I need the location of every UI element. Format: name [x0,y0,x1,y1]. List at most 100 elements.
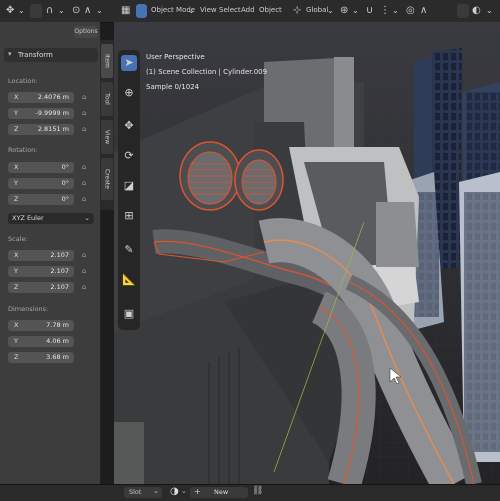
slot-select[interactable]: Slot ⌄ [124,487,162,498]
field-value: 2.107 [50,283,69,291]
transform-icon[interactable]: ⊞ [121,208,137,224]
rotation-x-field[interactable]: X 0° [8,162,74,173]
lock-icon[interactable]: ⌂ [82,109,86,117]
viewport-gizmo-button[interactable] [457,4,469,18]
tab-tool[interactable]: Tool [101,82,113,116]
lock-icon[interactable]: ⌂ [82,195,86,203]
material-slot-bar: Slot ⌄ ◑ ⌄ + New ⛓ [0,484,500,501]
axis-label: Y [14,179,18,187]
viewport-sample-label: Sample 0/1024 [146,83,200,91]
measure-icon[interactable]: 📐 [121,272,137,288]
snap-icon[interactable]: ∩ [46,4,53,18]
snap-magnet-icon[interactable]: ∪ [366,4,373,18]
new-material-button[interactable]: + New [190,487,248,498]
chevron-down-icon[interactable]: ⌄ [18,4,25,18]
scale-icon[interactable]: ◪ [121,178,137,194]
pivot-icon[interactable]: ⊛ [340,4,348,18]
vent-fans [179,141,284,211]
menu-object[interactable]: Object [259,6,282,14]
chevron-down-icon[interactable]: ⌄ [327,4,334,18]
axis-label: Y [14,109,18,117]
annotate-icon[interactable]: ✎ [121,242,137,258]
axis-label: Z [14,353,19,361]
lock-icon[interactable]: ⌂ [82,283,86,291]
location-y-field[interactable]: Y -9.9999 m [8,108,74,119]
falloff-curve-icon[interactable]: ∧ [420,4,427,18]
dimensions-z-field[interactable]: Z 3.68 m [8,352,74,363]
chevron-down-icon: ⌄ [153,487,159,495]
scale-z-field[interactable]: Z 2.107 [8,282,74,293]
field-value: -9.9999 m [35,109,70,117]
chevron-down-icon: ⌄ [84,214,90,222]
material-sphere-icon[interactable]: ◑ [170,486,179,497]
tab-create[interactable]: Create [101,158,113,200]
options-button[interactable]: Options [74,26,98,38]
rotation-z-field[interactable]: Z 0° [8,194,74,205]
menu-select[interactable]: Select [219,6,241,14]
location-label: Location: [8,77,38,85]
chevron-down-icon[interactable]: ⌄ [188,4,195,18]
scale-x-field[interactable]: X 2.107 [8,250,74,261]
orientation-icon[interactable]: ⊹ [293,4,301,18]
panel-title: Transform [18,51,53,59]
axis-label: Y [14,337,18,345]
sidebar-tabs: Item Tool View Create [100,40,114,210]
field-value: 7.78 m [46,321,69,329]
lock-icon[interactable]: ⌂ [82,179,86,187]
link-icon[interactable]: ⛓ [252,486,263,496]
rotate-icon[interactable]: ⟳ [121,148,137,164]
rotation-mode-select[interactable]: XYZ Euler ⌄ [8,213,94,224]
chevron-down-icon[interactable]: ⌄ [58,4,65,18]
proportional-edit-icon[interactable]: ⊙ [72,4,80,18]
location-z-field[interactable]: Z 2.8151 m [8,124,74,135]
transform-pivot-button[interactable] [30,4,42,18]
slot-label: Slot [129,488,142,496]
axis-label: X [14,163,19,171]
lock-icon[interactable]: ⌂ [82,93,86,101]
menu-add[interactable]: Add [241,6,255,14]
axis-label: Z [14,125,19,133]
snap-increment-icon[interactable]: ⋮ [380,4,390,18]
field-value: 0° [61,195,69,203]
location-x-field[interactable]: X 2.4076 m [8,92,74,103]
orientation-select[interactable]: Global [306,6,328,14]
scale-y-field[interactable]: Y 2.107 [8,266,74,277]
axis-label: X [14,93,19,101]
axis-label: Y [14,267,18,275]
field-value: 2.107 [50,267,69,275]
chevron-down-icon[interactable]: ⌄ [96,4,103,18]
editor-type-icon[interactable]: ▦ [121,4,130,18]
add-cube-icon[interactable]: ▣ [121,306,137,322]
field-value: 3.68 m [46,353,69,361]
chevron-down-icon[interactable]: ⌄ [181,487,187,495]
chevron-down-icon[interactable]: ⌄ [392,4,399,18]
dimensions-x-field[interactable]: X 7.78 m [8,320,74,331]
lock-icon[interactable]: ⌂ [82,267,86,275]
viewport-collection-label: (1) Scene Collection | Cylinder.009 [146,68,268,76]
3d-cursor-icon[interactable]: ⊕ [121,85,137,101]
proportional-icon[interactable]: ◎ [406,4,415,18]
axis-label: Z [14,195,19,203]
transform-panel-header[interactable]: ▾ Transform [4,48,98,62]
tab-item[interactable]: Item [101,44,113,78]
falloff-icon[interactable]: ∧ [84,4,91,18]
menu-view[interactable]: View [200,6,217,14]
move-icon[interactable]: ✥ [6,4,14,18]
scale-label: Scale: [8,235,28,243]
mode-icon-button[interactable] [136,4,147,18]
plus-icon: + [194,487,201,496]
dimensions-y-field[interactable]: Y 4.06 m [8,336,74,347]
lock-icon[interactable]: ⌂ [82,163,86,171]
chevron-down-icon[interactable]: ⌄ [486,4,493,18]
lock-icon[interactable]: ⌂ [82,125,86,133]
overlay-icon[interactable]: ◐ [472,4,481,18]
3d-viewport[interactable] [114,22,500,484]
move-icon[interactable]: ✥ [121,118,137,134]
cursor-icon[interactable]: ➤ [121,55,137,71]
rotation-y-field[interactable]: Y 0° [8,178,74,189]
field-value: 2.4076 m [37,93,69,101]
field-value: 4.06 m [46,337,69,345]
tab-view[interactable]: View [101,120,113,154]
lock-icon[interactable]: ⌂ [82,251,86,259]
chevron-down-icon[interactable]: ⌄ [352,4,359,18]
